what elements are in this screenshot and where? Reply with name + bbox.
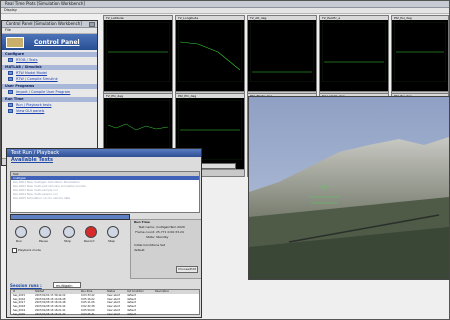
control-panel-heading: Control Panel bbox=[34, 39, 80, 46]
link-rtob-tests[interactable]: RTOB / Tests bbox=[2, 57, 97, 63]
plot-trace bbox=[394, 22, 446, 82]
run-button[interactable] bbox=[15, 226, 27, 238]
link-label: Import / Compile User Program bbox=[16, 90, 71, 94]
cell: 0:03:25.31 bbox=[81, 312, 95, 316]
plot-title: T2_Phi_deg bbox=[104, 94, 172, 98]
run-progress-bar[interactable] bbox=[10, 214, 130, 220]
link-label: RTW / Compile Simulink bbox=[16, 77, 58, 81]
step-label: Step bbox=[108, 239, 115, 243]
test-run-window: Test Run / Playback Available Tests Test… bbox=[6, 148, 202, 318]
import-icon bbox=[8, 90, 13, 94]
plot-trace bbox=[322, 22, 386, 82]
plot-trace bbox=[178, 22, 242, 82]
playback-label: Playback mode bbox=[18, 248, 41, 252]
stop-button[interactable] bbox=[63, 226, 75, 238]
control-panel-title: Control Panel [Simulation Workbench] bbox=[6, 21, 82, 26]
close-icon[interactable] bbox=[89, 22, 95, 27]
state-label: State: bbox=[146, 235, 155, 239]
plot-panel[interactable]: T2_Latitude bbox=[103, 15, 173, 99]
link-import-user-program[interactable]: Import / Compile User Program bbox=[2, 89, 97, 95]
control-panel-window: Control Panel [Simulation Workbench] Fil… bbox=[1, 20, 98, 166]
ic-value: default bbox=[134, 248, 145, 252]
session-runs-heading: Session runs : bbox=[10, 283, 42, 288]
plot-trace bbox=[250, 22, 314, 82]
logo-icon bbox=[6, 37, 24, 48]
plot-panel[interactable]: T2_Alt_deg bbox=[247, 15, 317, 99]
step-button[interactable] bbox=[107, 226, 119, 238]
choose-edit-button[interactable]: Choose/Edit bbox=[176, 266, 198, 273]
link-rtw-compile[interactable]: RTW / Compile Simulink bbox=[2, 76, 97, 82]
model-icon bbox=[8, 71, 13, 75]
cell: 2007/01/08 13:16:21.42 bbox=[35, 312, 66, 316]
run-label: Run bbox=[16, 239, 22, 243]
link-label: RTOB / Tests bbox=[16, 58, 38, 62]
link-label: View GUI panels bbox=[16, 109, 45, 113]
state-value: Standby bbox=[155, 235, 169, 239]
plot-title: T2_Alt_deg bbox=[248, 16, 316, 20]
plot-panel[interactable]: T2_Pacific_a bbox=[319, 15, 389, 99]
compile-icon bbox=[8, 77, 13, 81]
control-panel-titlebar: Control Panel [Simulation Workbench] bbox=[2, 21, 97, 28]
record-label: Record bbox=[84, 239, 95, 243]
panel-icon bbox=[8, 109, 13, 113]
terrain-render bbox=[249, 97, 449, 279]
config-icon bbox=[8, 58, 13, 62]
available-tests-list[interactable]: Test multigain Rev.0001 New multigain Si… bbox=[10, 171, 200, 213]
cell: User abort bbox=[107, 312, 121, 316]
table-row[interactable]: Ses_0020 2007/01/08 13:16:21.42 0:03:25.31… bbox=[11, 313, 199, 317]
test-name-value: multigainTem.2020 bbox=[155, 225, 185, 229]
plot-panel[interactable]: Pt2_Psi_deg bbox=[391, 15, 449, 99]
plots-menu-display[interactable]: Display bbox=[1, 8, 449, 14]
link-label: Run / Playback tests bbox=[16, 103, 52, 107]
list-item[interactable]: Rev.0005 Simulation run for vehicle data bbox=[11, 196, 199, 200]
plots-title: Real Time Plots [Simulation Workbench] bbox=[1, 1, 449, 8]
session-runs-table: # Started Run-time Status Init Condition… bbox=[10, 289, 200, 317]
plot-trace bbox=[106, 22, 170, 82]
frame-count-value: 25.771 bbox=[155, 230, 167, 234]
cell: default bbox=[127, 312, 136, 316]
test-run-title: Test Run / Playback bbox=[7, 149, 201, 157]
plot-title: T2_Pacific_a bbox=[320, 16, 388, 20]
cell: Ses_0020 bbox=[13, 312, 26, 316]
record-button[interactable] bbox=[85, 226, 97, 238]
plot-panel[interactable]: T2_Longitude bbox=[175, 15, 245, 99]
session-select[interactable]: multigain bbox=[53, 282, 81, 288]
3d-flight-view[interactable] bbox=[248, 96, 450, 280]
pause-label: Pause bbox=[39, 239, 48, 243]
elapsed-time: 0:00:33.24 bbox=[167, 230, 184, 234]
control-panel-header: Control Panel bbox=[2, 34, 97, 50]
pause-button[interactable] bbox=[39, 226, 51, 238]
link-view-gui-panels[interactable]: View GUI panels bbox=[2, 108, 97, 114]
run-time-panel: Run Time Test name: multigainTem.2020 Fr… bbox=[130, 219, 201, 279]
plot-title: T2_Latitude bbox=[104, 16, 172, 20]
link-label: RTW Model Model bbox=[16, 71, 48, 75]
stop-label: Stop bbox=[64, 239, 71, 243]
available-tests-heading: Available Tests bbox=[11, 157, 54, 163]
plot-title: Pt2_Phi_deg bbox=[176, 94, 244, 98]
playback-checkbox[interactable] bbox=[12, 248, 17, 253]
run-icon bbox=[8, 103, 13, 107]
plot-title: T2_Longitude bbox=[176, 16, 244, 20]
plot-title: Pt2_Psi_deg bbox=[392, 16, 448, 20]
